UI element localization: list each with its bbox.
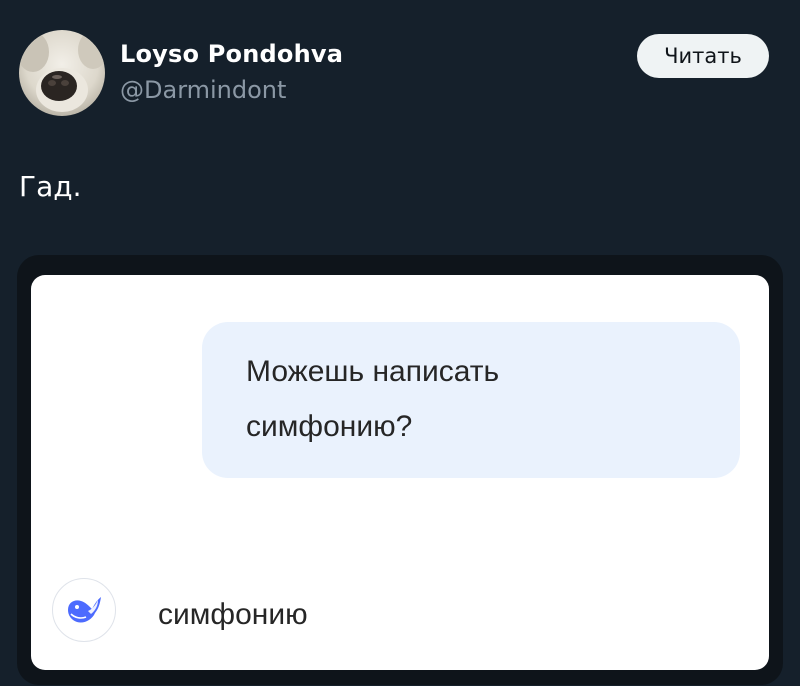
bot-reply-text: симфонию bbox=[158, 598, 308, 631]
user-message-line: симфонию? bbox=[246, 410, 413, 443]
dog-avatar-icon bbox=[19, 30, 105, 116]
chat-screenshot: Можешь написать симфонию? симфонию bbox=[31, 275, 769, 670]
follow-button[interactable]: Читать bbox=[637, 34, 769, 78]
user-message-line: Можешь написать bbox=[246, 355, 500, 388]
author-handle[interactable]: @Darmindont bbox=[120, 76, 286, 104]
whale-icon bbox=[68, 597, 101, 623]
tweet-text: Гад. bbox=[19, 170, 82, 203]
author-display-name[interactable]: Loyso Pondohva bbox=[120, 40, 343, 68]
author-avatar[interactable] bbox=[19, 30, 105, 116]
user-message-bubble: Можешь написать симфонию? bbox=[202, 322, 740, 478]
bot-avatar bbox=[52, 578, 116, 642]
